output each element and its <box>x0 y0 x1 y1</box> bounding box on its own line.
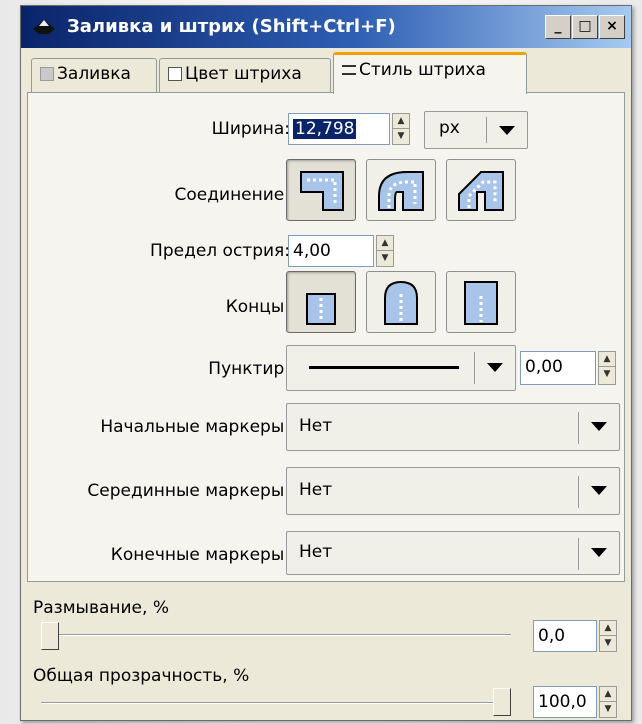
blur-slider-thumb[interactable] <box>41 622 59 650</box>
opacity-spinner[interactable]: ▲ ▼ <box>599 686 617 718</box>
dash-label: Пунктир: <box>208 359 290 379</box>
join-round-button[interactable] <box>366 159 436 221</box>
width-label: Ширина: <box>211 119 290 139</box>
opacity-label: Общая прозрачность, % <box>33 666 250 686</box>
mid-markers-dropdown[interactable]: Нет <box>286 467 620 515</box>
tab-bar: Заливка Цвет штриха Стиль штриха <box>21 48 631 94</box>
mid-markers-label: Серединные маркеры: <box>87 481 290 501</box>
spin-up-icon[interactable]: ▲ <box>377 236 393 251</box>
square-cap-icon <box>464 281 498 325</box>
spin-down-icon[interactable]: ▼ <box>393 129 409 144</box>
tab-stroke-paint[interactable]: Цвет штриха <box>159 58 331 92</box>
spin-up-icon[interactable]: ▲ <box>393 114 409 129</box>
blur-slider-track[interactable] <box>41 634 511 636</box>
tab-fill-label: Заливка <box>57 64 131 84</box>
end-markers-label: Конечные маркеры: <box>110 545 290 565</box>
tab-stroke-style-label: Стиль штриха <box>359 60 486 80</box>
chevron-down-icon <box>499 126 515 135</box>
butt-cap-icon <box>306 293 336 325</box>
tab-stroke-paint-label: Цвет штриха <box>185 64 302 84</box>
window-title: Заливка и штрих (Shift+Ctrl+F) <box>67 16 396 37</box>
spin-down-icon[interactable]: ▼ <box>599 367 615 382</box>
join-bevel-button[interactable] <box>446 159 516 221</box>
miter-limit-label: Предел острия: <box>150 241 290 261</box>
cap-butt-button[interactable] <box>286 271 356 333</box>
start-markers-value: Нет <box>299 416 333 436</box>
dash-pattern-dropdown[interactable] <box>286 345 516 391</box>
spin-up-icon[interactable]: ▲ <box>600 687 616 702</box>
blur-label: Размывание, % <box>33 598 169 618</box>
unit-value: px <box>439 118 460 138</box>
title-bar[interactable]: Заливка и штрих (Shift+Ctrl+F) _ □ × <box>21 6 631 48</box>
round-join-icon <box>378 171 424 211</box>
cap-round-button[interactable] <box>366 271 436 333</box>
spin-down-icon[interactable]: ▼ <box>600 636 616 651</box>
close-button[interactable]: × <box>599 15 625 39</box>
end-markers-separator <box>578 538 579 570</box>
unit-dropdown[interactable]: px <box>424 111 528 149</box>
bevel-join-icon <box>458 171 504 211</box>
unit-dropdown-separator <box>486 117 487 143</box>
blur-input[interactable]: 0,0 <box>533 620 597 652</box>
solid-dash-preview <box>309 366 459 369</box>
spin-up-icon[interactable]: ▲ <box>600 621 616 636</box>
stroke-style-panel: Ширина: 12,798 ▲ ▼ px Соединение: Предел … <box>27 92 625 582</box>
stroke-paint-icon <box>168 67 182 81</box>
width-spinner[interactable]: ▲ ▼ <box>392 113 410 145</box>
spin-up-icon[interactable]: ▲ <box>599 352 615 367</box>
fill-icon <box>40 67 54 81</box>
spin-down-icon[interactable]: ▼ <box>600 702 616 717</box>
cap-square-button[interactable] <box>446 271 516 333</box>
opacity-slider-thumb[interactable] <box>493 688 511 716</box>
start-markers-label: Начальные маркеры: <box>100 417 290 437</box>
spin-down-icon[interactable]: ▼ <box>377 251 393 266</box>
dash-dropdown-separator <box>474 352 475 384</box>
chevron-down-icon <box>591 548 607 557</box>
end-markers-dropdown[interactable]: Нет <box>286 531 620 575</box>
start-markers-separator <box>578 412 579 444</box>
caps-label: Концы: <box>225 297 290 317</box>
mid-markers-value: Нет <box>299 480 333 500</box>
stroke-style-icon <box>342 65 356 75</box>
opacity-input[interactable]: 100,0 <box>533 686 597 718</box>
fill-stroke-dialog: Заливка и штрих (Shift+Ctrl+F) _ □ × Зал… <box>20 5 632 721</box>
join-miter-button[interactable] <box>286 159 356 221</box>
miter-limit-input[interactable]: 4,00 <box>288 235 374 267</box>
minimize-button[interactable]: _ <box>545 15 571 39</box>
dash-offset-input[interactable]: 0,00 <box>520 351 596 385</box>
width-input[interactable]: 12,798 <box>288 113 390 145</box>
blur-spinner[interactable]: ▲ ▼ <box>599 620 617 652</box>
tab-fill[interactable]: Заливка <box>31 58 157 92</box>
mid-markers-separator <box>578 476 579 508</box>
miter-limit-spinner[interactable]: ▲ ▼ <box>376 235 394 267</box>
width-value: 12,798 <box>293 119 357 139</box>
join-label: Соединение: <box>174 185 290 205</box>
opacity-slider-track[interactable] <box>41 702 511 704</box>
end-markers-value: Нет <box>299 542 333 562</box>
chevron-down-icon <box>591 486 607 495</box>
inkscape-icon <box>33 20 55 34</box>
blur-opacity-section: Размывание, % 0,0 ▲ ▼ Общая прозрачность,… <box>27 584 625 718</box>
round-cap-icon <box>384 280 418 325</box>
maximize-button[interactable]: □ <box>572 15 598 39</box>
dash-offset-spinner[interactable]: ▲ ▼ <box>598 351 616 385</box>
start-markers-dropdown[interactable]: Нет <box>286 403 620 451</box>
miter-join-icon <box>300 171 344 211</box>
chevron-down-icon <box>487 363 503 372</box>
chevron-down-icon <box>591 422 607 431</box>
tab-stroke-style[interactable]: Стиль штриха <box>333 52 527 94</box>
